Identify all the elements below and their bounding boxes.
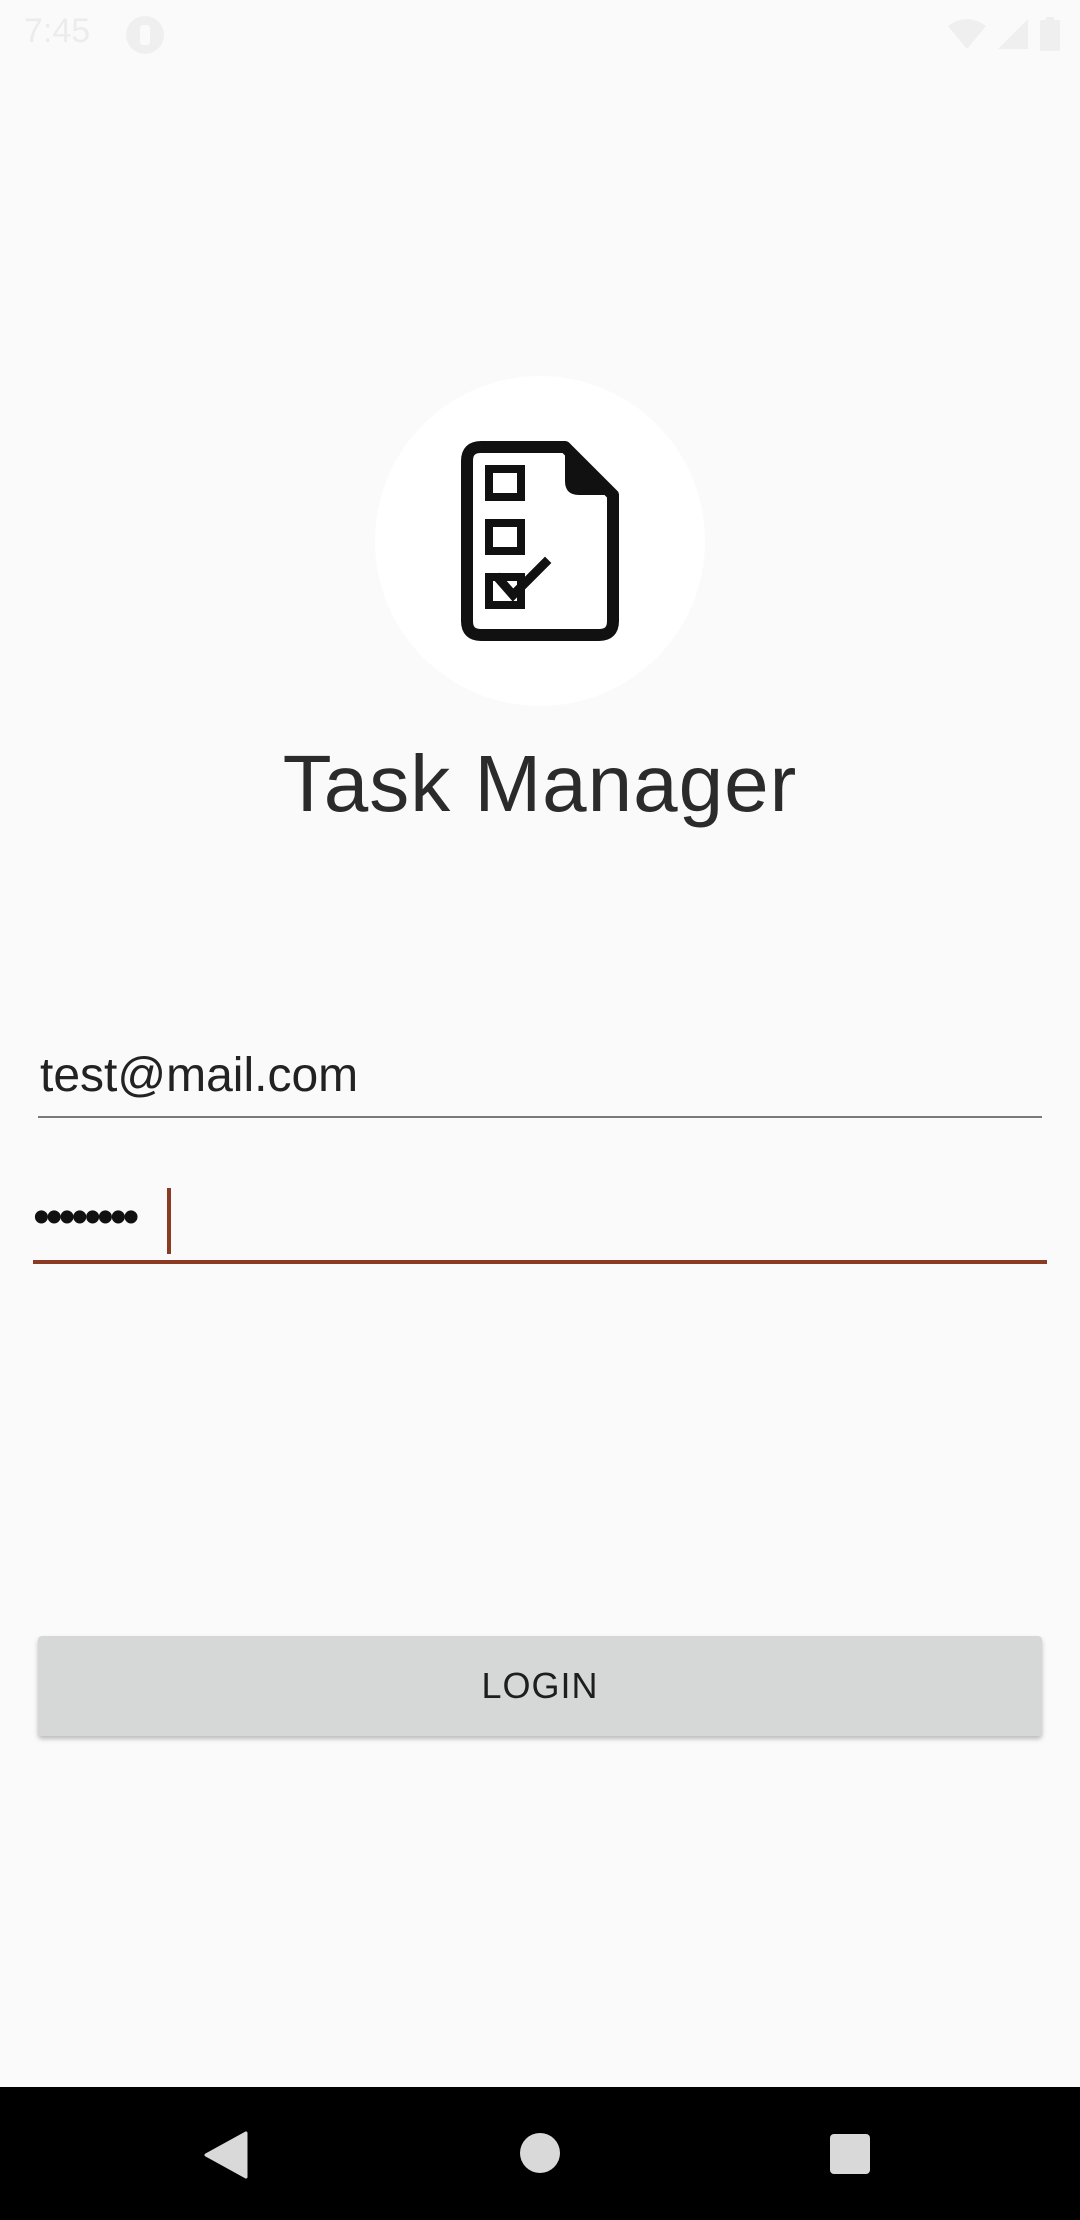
notification-icon [126, 16, 164, 54]
app-title: Task Manager [282, 739, 798, 828]
status-bar: 7:45 [0, 0, 1080, 66]
text-cursor [167, 1188, 171, 1254]
navigation-bar [0, 2087, 1080, 2220]
password-value: •••••••• [33, 1191, 139, 1244]
email-value: test@mail.com [40, 1049, 359, 1102]
recents-icon[interactable] [830, 2134, 870, 2174]
checklist-document-icon [461, 441, 619, 641]
wifi-icon [948, 19, 986, 49]
back-icon[interactable] [204, 2131, 248, 2184]
battery-icon [1040, 17, 1060, 51]
email-field[interactable]: test@mail.com [38, 1040, 1042, 1118]
status-icons [948, 16, 1060, 52]
status-time: 7:45 [24, 12, 91, 50]
app-logo [375, 376, 705, 706]
signal-icon [998, 19, 1028, 49]
password-field[interactable]: •••••••• [33, 1180, 1047, 1264]
login-screen: 7:45 Task Manager test@mail.com ••••••••… [0, 0, 1080, 2220]
login-button[interactable]: LOGIN [38, 1636, 1042, 1736]
home-icon[interactable] [520, 2133, 560, 2173]
